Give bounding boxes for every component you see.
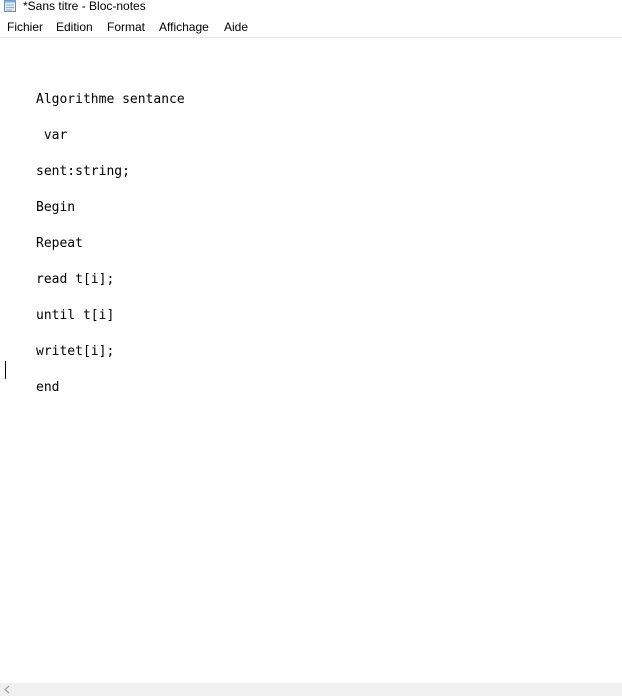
notepad-window: *Sans titre - Bloc-notes Fichier Edition…: [0, 0, 622, 696]
menu-bar: Fichier Edition Format Affichage Aide: [0, 17, 622, 38]
text-line: until t[i]: [36, 308, 115, 323]
text-line: sent:string;: [36, 164, 130, 179]
text-line: writet[i];: [36, 344, 115, 359]
text-line: Begin: [36, 200, 76, 215]
menu-fichier[interactable]: Fichier: [7, 19, 43, 35]
menu-aide[interactable]: Aide: [224, 19, 248, 35]
text-caret: [5, 361, 6, 379]
text-line: var: [36, 128, 68, 143]
text-line: Algorithme sentance: [36, 92, 185, 107]
menu-format[interactable]: Format: [107, 19, 145, 35]
chevron-left-icon[interactable]: [2, 683, 12, 696]
notepad-icon: [4, 0, 16, 12]
text-line: end: [36, 380, 60, 395]
title-bar[interactable]: *Sans titre - Bloc-notes: [0, 0, 622, 14]
menu-edition[interactable]: Edition: [56, 19, 93, 35]
horizontal-scrollbar[interactable]: [0, 683, 622, 696]
text-line: read t[i];: [36, 272, 115, 287]
window-title: *Sans titre - Bloc-notes: [23, 0, 146, 13]
text-editor-area[interactable]: Algorithme sentance var sent:string; Beg…: [0, 38, 622, 683]
menu-affichage[interactable]: Affichage: [159, 19, 209, 35]
text-line: Repeat: [36, 236, 83, 251]
